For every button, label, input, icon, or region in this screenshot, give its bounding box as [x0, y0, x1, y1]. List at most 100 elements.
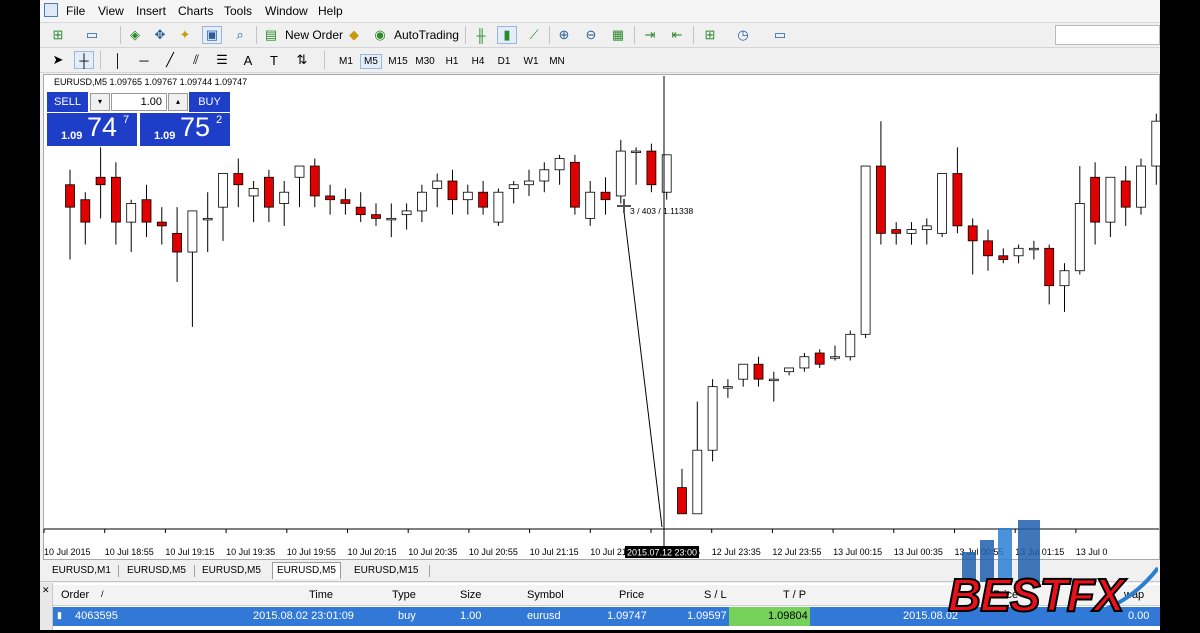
x-tick-label: 10 Jul 21:15 — [530, 547, 579, 557]
candle-body — [906, 229, 917, 234]
candle — [478, 181, 489, 215]
x-tick-label: 10 Jul 19:15 — [165, 547, 214, 557]
candle-body — [355, 206, 366, 216]
candle — [508, 181, 519, 204]
tab-eurusd-m5-b[interactable]: EURUSD,M5 — [198, 563, 265, 579]
sell-button[interactable]: SELL — [47, 92, 88, 112]
sell-quote-pip: 7 — [123, 114, 130, 126]
x-tick-label: 10 Jul 20:15 — [348, 547, 397, 557]
candle — [416, 184, 427, 223]
buy-button[interactable]: BUY — [189, 92, 230, 112]
candle — [707, 379, 718, 462]
cell-sl: 1.09597 — [687, 610, 727, 622]
candle-body — [570, 161, 580, 208]
crosshair-label: 3 / 403 / 1.11338 — [630, 206, 693, 216]
candle — [462, 184, 473, 215]
tab-eurusd-m15[interactable]: EURUSD,M15 — [350, 563, 422, 579]
lot-increase[interactable]: ▴ — [168, 93, 188, 111]
tab-eurusd-m5-active[interactable]: EURUSD,M5 — [272, 562, 341, 579]
col-tp[interactable]: T / P — [783, 589, 806, 601]
col-order[interactable]: Order — [61, 589, 89, 601]
candle-body — [95, 176, 106, 186]
x-tick-label: 13 Jul 00:35 — [894, 547, 943, 557]
candle-body — [340, 199, 351, 204]
candle-body — [508, 184, 519, 189]
cell-tp: 1.09804 — [768, 610, 808, 622]
candle — [585, 181, 596, 226]
candle-body — [1059, 270, 1070, 287]
candle-body — [248, 188, 259, 197]
candle — [692, 401, 703, 515]
candle-body — [1136, 165, 1146, 208]
order-icon: ▮ — [57, 610, 62, 620]
candle-body — [401, 210, 412, 216]
lot-dropdown[interactable]: ▾ — [90, 93, 110, 111]
candle-body — [1151, 120, 1160, 167]
candle-body — [554, 158, 565, 171]
col-type[interactable]: Type — [392, 589, 416, 601]
crosshair-cursor-icon — [617, 199, 631, 213]
candle — [952, 147, 963, 234]
candle — [860, 165, 871, 339]
candle-body — [768, 378, 779, 382]
close-icon[interactable]: ✕ — [42, 585, 50, 596]
candle-body — [65, 184, 75, 208]
candle — [876, 121, 886, 245]
candle — [371, 203, 381, 226]
tab-eurusd-m1[interactable]: EURUSD,M1 — [48, 563, 115, 579]
candle-body — [799, 356, 810, 369]
candle-body — [325, 195, 336, 201]
candle — [998, 248, 1009, 264]
candle — [294, 165, 305, 208]
candle-body — [187, 210, 198, 253]
candle — [218, 173, 228, 241]
candle-body — [141, 199, 152, 223]
candle — [921, 218, 932, 245]
sell-quote-big: 74 — [87, 112, 118, 142]
crosshair-time-label: 2015.07.12 23:00 — [627, 548, 697, 558]
col-time[interactable]: Time — [309, 589, 333, 601]
candle-body — [921, 225, 932, 231]
col-price[interactable]: Price — [619, 589, 644, 601]
candle — [172, 207, 183, 282]
candle-body — [585, 191, 596, 219]
buy-quote-pip: 2 — [216, 114, 223, 126]
candle — [615, 139, 626, 204]
candle — [493, 188, 504, 226]
bestfx-logo: BESTFX — [947, 518, 1160, 630]
candle-body — [631, 150, 641, 153]
tab-eurusd-m5-a[interactable]: EURUSD,M5 — [123, 563, 190, 579]
col-sl[interactable]: S / L — [704, 589, 727, 601]
candle-body — [218, 173, 228, 208]
candle — [1136, 158, 1146, 215]
candle — [631, 147, 641, 185]
candle — [677, 468, 687, 515]
candle — [570, 154, 580, 215]
candle — [983, 229, 993, 271]
candle — [738, 363, 749, 387]
col-size[interactable]: Size — [460, 589, 481, 601]
lot-size-input[interactable]: 1.00 — [111, 93, 167, 111]
col-symbol[interactable]: Symbol — [527, 589, 564, 601]
candle-body — [1105, 176, 1116, 223]
candle — [355, 192, 366, 223]
one-click-trading-panel: SELL ▾ 1.00 ▴ BUY 1.09 74 7 1.09 75 2 — [47, 92, 230, 146]
candle — [1105, 176, 1116, 238]
x-tick-label: 10 Jul 2015 — [44, 547, 91, 557]
candle — [830, 345, 840, 361]
candle — [141, 184, 152, 238]
buy-quote[interactable]: 1.09 75 2 — [140, 112, 230, 146]
candle-body — [723, 386, 733, 389]
candle — [187, 210, 198, 327]
candle — [768, 371, 779, 402]
candle-body — [1029, 247, 1039, 251]
candle — [753, 356, 764, 387]
cell-time: 2015.08.02 23:01:09 — [253, 610, 354, 622]
candle-body — [279, 191, 290, 204]
candle — [967, 218, 978, 275]
x-tick-label: 10 Jul 20:55 — [469, 547, 518, 557]
candle — [156, 207, 167, 245]
candle — [202, 192, 213, 253]
chart-header: EURUSD,M5 1.09765 1.09767 1.09744 1.0974… — [54, 77, 248, 87]
sell-quote[interactable]: 1.09 74 7 — [47, 112, 137, 146]
